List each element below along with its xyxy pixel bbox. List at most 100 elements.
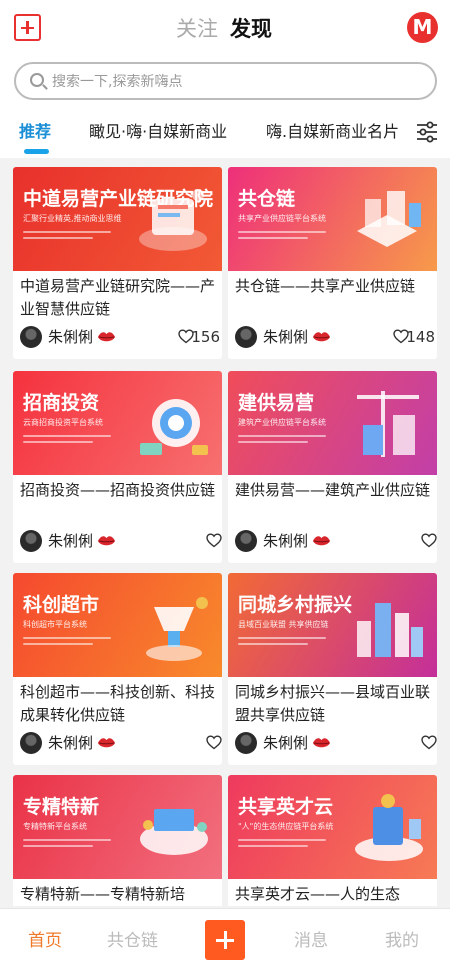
banner-subtitle: 县域百业联盟 共享供应链 <box>238 620 329 629</box>
banner-illustration-icon <box>355 794 423 861</box>
banner-illustration-icon <box>357 191 421 247</box>
card-banner-image[interactable]: 建供易营建筑产业供应链平台系统 <box>228 371 437 475</box>
filter-settings-icon[interactable] <box>415 120 439 144</box>
lips-badge-icon <box>312 536 331 546</box>
author-name[interactable]: 朱俐俐 <box>263 733 308 753</box>
banner-decoration <box>23 839 115 853</box>
banner-title: 科创超市 <box>23 594 100 616</box>
lips-badge-icon <box>312 738 331 748</box>
heart-icon[interactable] <box>206 735 222 750</box>
publish-plus-button[interactable] <box>205 920 245 960</box>
banner-illustration-icon <box>140 809 208 855</box>
author-name[interactable]: 朱俐俐 <box>263 531 308 551</box>
banner-subtitle: 共享产业供应链平台系统 <box>238 214 326 223</box>
feed-card[interactable]: 建供易营建筑产业供应链平台系统建供易营——建筑产业供应链朱俐俐 <box>228 371 437 563</box>
card-author-row: 朱俐俐 <box>20 530 222 554</box>
category-tab-business-card[interactable]: 嗨.自媒新商业名片 <box>266 121 399 143</box>
app-logo-icon[interactable]: M <box>407 12 438 43</box>
category-tab-insight[interactable]: 瞰见·嗨·自媒新商业 <box>89 121 227 143</box>
feed-card[interactable]: 专精特新专精特新平台系统专精特新——专精特新培朱俐俐 <box>13 775 222 906</box>
card-title[interactable]: 招商投资——招商投资供应链 <box>20 479 218 502</box>
feed-card[interactable]: 同城乡村振兴县域百业联盟 共享供应链同城乡村振兴——县域百业联盟共享供应链朱俐俐 <box>228 573 437 765</box>
card-title[interactable]: 科创超市——科技创新、科技成果转化供应链 <box>20 681 218 727</box>
heart-icon[interactable] <box>393 329 409 344</box>
heart-icon[interactable] <box>421 533 437 548</box>
search-input[interactable]: 搜索一下,探索新嗨点 <box>14 62 437 100</box>
feed-card[interactable]: 共享英才云"人"的生态供应链平台系统共享英才云——人的生态朱俐俐 <box>228 775 437 906</box>
banner-subtitle: 云商招商投资平台系统 <box>23 418 103 427</box>
heart-icon[interactable] <box>206 533 222 548</box>
author-name[interactable]: 朱俐俐 <box>48 733 93 753</box>
banner-subtitle: 专精特新平台系统 <box>23 822 87 831</box>
search-placeholder: 搜索一下,探索新嗨点 <box>52 74 183 90</box>
nav-profile[interactable]: 我的 <box>385 929 419 953</box>
lips-badge-icon <box>97 738 116 748</box>
card-author-row: 朱俐俐 148 <box>235 326 435 350</box>
banner-decoration <box>23 231 115 245</box>
card-banner-image[interactable]: 科创超市科创超市平台系统 <box>13 573 222 677</box>
banner-title: 建供易营 <box>238 392 315 414</box>
banner-title: 专精特新 <box>23 796 100 818</box>
search-icon <box>30 73 44 87</box>
banner-title: 招商投资 <box>23 392 100 414</box>
feed-card[interactable]: 中道易营产业链研究院 汇聚行业精英,推动商业思维 中道易营产业链研究院——产业智慧供… <box>13 167 222 359</box>
card-banner-image[interactable]: 同城乡村振兴县域百业联盟 共享供应链 <box>228 573 437 677</box>
banner-subtitle: "人"的生态供应链平台系统 <box>238 822 334 831</box>
tab-discover[interactable]: 发现 <box>230 15 272 43</box>
lips-badge-icon <box>97 536 116 546</box>
card-title[interactable]: 专精特新——专精特新培 <box>20 883 218 906</box>
content-feed: 中道易营产业链研究院 汇聚行业精英,推动商业思维 中道易营产业链研究院——产业智慧供… <box>0 158 450 906</box>
heart-icon[interactable] <box>421 735 437 750</box>
banner-illustration-icon <box>139 189 207 251</box>
card-banner-image[interactable]: 专精特新专精特新平台系统 <box>13 775 222 879</box>
tab-follow[interactable]: 关注 <box>176 15 218 43</box>
author-name[interactable]: 朱俐俐 <box>48 327 93 347</box>
avatar[interactable] <box>235 530 257 552</box>
card-title[interactable]: 中道易营产业链研究院——产业智慧供应链 <box>20 275 218 321</box>
lips-badge-icon <box>312 332 331 342</box>
author-name[interactable]: 朱俐俐 <box>263 327 308 347</box>
banner-title: 同城乡村振兴 <box>238 594 353 616</box>
nav-home[interactable]: 首页 <box>28 929 62 953</box>
card-banner-image[interactable]: 共享英才云 "人"的生态供应链平台系统 <box>228 775 437 879</box>
top-header: 关注 发现 M <box>0 0 450 58</box>
banner-title: 共享英才云 <box>238 796 334 818</box>
avatar[interactable] <box>235 326 257 348</box>
card-banner-image[interactable]: 招商投资云商招商投资平台系统 <box>13 371 222 475</box>
banner-subtitle: 汇聚行业精英,推动商业思维 <box>23 214 122 223</box>
heart-icon[interactable] <box>178 329 194 344</box>
card-title[interactable]: 共享英才云——人的生态 <box>235 883 433 906</box>
active-tab-indicator <box>24 149 49 154</box>
avatar[interactable] <box>20 732 42 754</box>
card-author-row: 朱俐俐 156 <box>20 326 220 350</box>
banner-title: 共仓链 <box>238 188 296 210</box>
feed-card[interactable]: 科创超市科创超市平台系统科创超市——科技创新、科技成果转化供应链朱俐俐 <box>13 573 222 765</box>
category-tabs: 推荐 瞰见·嗨·自媒新商业 嗨.自媒新商业名片 <box>0 106 450 158</box>
card-banner-image[interactable]: 中道易营产业链研究院 汇聚行业精英,推动商业思维 <box>13 167 222 271</box>
avatar[interactable] <box>235 732 257 754</box>
banner-decoration <box>238 839 330 853</box>
banner-illustration-icon <box>357 391 419 457</box>
nav-messages[interactable]: 消息 <box>294 929 328 953</box>
banner-decoration <box>238 435 330 449</box>
avatar[interactable] <box>20 530 42 552</box>
card-banner-image[interactable]: 共仓链共享产业供应链平台系统 <box>228 167 437 271</box>
banner-decoration <box>23 637 115 651</box>
banner-decoration <box>238 637 330 651</box>
category-tab-recommend[interactable]: 推荐 <box>19 121 51 143</box>
feed-card[interactable]: 招商投资云商招商投资平台系统招商投资——招商投资供应链朱俐俐 <box>13 371 222 563</box>
banner-subtitle: 建筑产业供应链平台系统 <box>238 418 326 427</box>
feed-card[interactable]: 共仓链共享产业供应链平台系统共仓链——共享产业供应链 朱俐俐 148 <box>228 167 437 359</box>
author-name[interactable]: 朱俐俐 <box>48 531 93 551</box>
banner-decoration <box>23 435 115 449</box>
card-title[interactable]: 共仓链——共享产业供应链 <box>235 275 433 298</box>
card-title[interactable]: 同城乡村振兴——县域百业联盟共享供应链 <box>235 681 433 727</box>
nav-gongcanglian[interactable]: 共仓链 <box>107 929 158 953</box>
card-title[interactable]: 建供易营——建筑产业供应链 <box>235 479 433 502</box>
card-author-row: 朱俐俐 <box>235 530 437 554</box>
banner-subtitle: 科创超市平台系统 <box>23 620 87 629</box>
add-icon[interactable] <box>14 14 41 41</box>
avatar[interactable] <box>20 326 42 348</box>
card-author-row: 朱俐俐 <box>20 732 222 756</box>
banner-illustration-icon <box>140 399 208 455</box>
